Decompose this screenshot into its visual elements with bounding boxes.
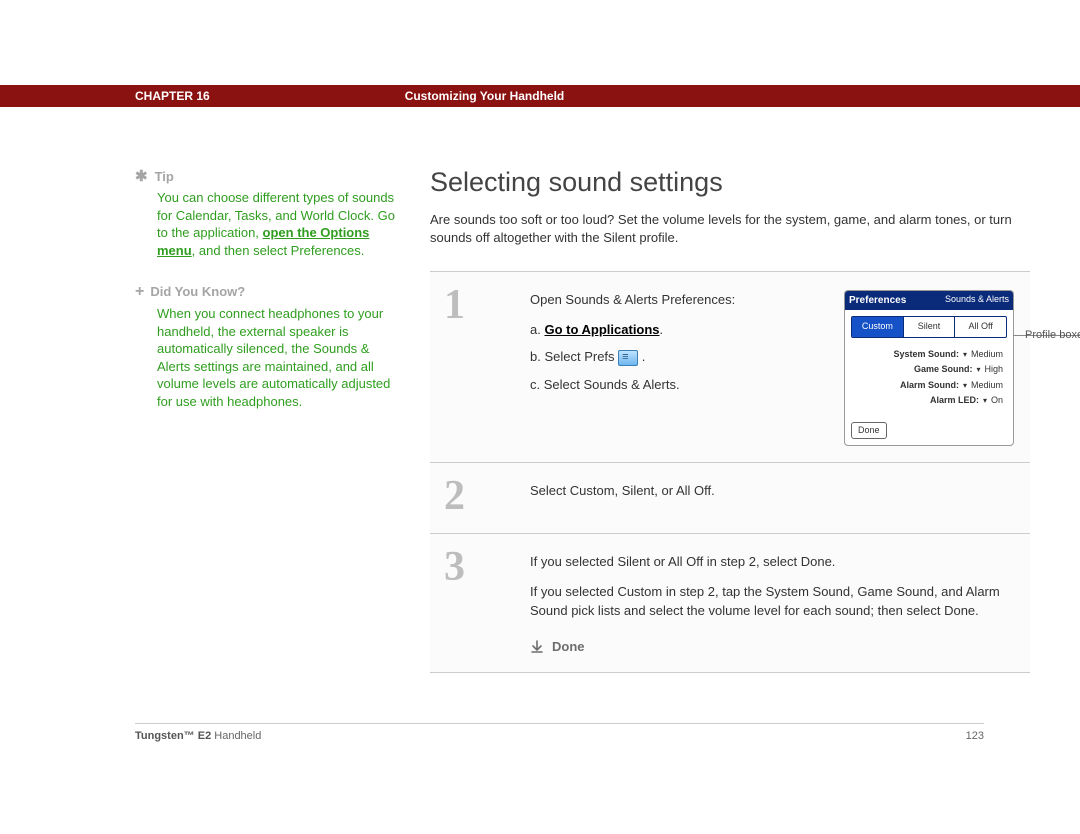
did-you-know-block: + Did You Know? When you connect headphon… — [135, 281, 400, 410]
page-title: Selecting sound settings — [430, 167, 1030, 198]
prefs-app-icon — [618, 350, 638, 366]
tab-silent[interactable]: Silent — [904, 317, 956, 337]
go-to-applications-link[interactable]: Go to Applications — [544, 322, 659, 337]
step1-c: c. Select Sounds & Alerts. — [530, 375, 828, 395]
step-number: 2 — [444, 475, 516, 517]
tip-body: You can choose different types of sounds… — [135, 189, 400, 259]
step3-p2: If you selected Custom in step 2, tap th… — [530, 582, 1014, 621]
intro-paragraph: Are sounds too soft or too loud? Set the… — [430, 211, 1030, 247]
dyk-body: When you connect headphones to your hand… — [135, 305, 400, 410]
chevron-down-icon: ▾ — [963, 380, 967, 392]
asterisk-icon: ✱ — [135, 168, 148, 185]
step-2: 2 Select Custom, Silent, or All Off. — [430, 463, 1030, 534]
dev-title-right: Sounds & Alerts — [945, 293, 1009, 308]
callout-profile-boxes: Profile boxes — [1025, 327, 1080, 344]
section-title: Customizing Your Handheld — [405, 89, 565, 103]
step-number: 1 — [444, 284, 516, 326]
plus-icon: + — [135, 283, 144, 300]
step1-a: a. Go to Applications. — [530, 320, 828, 340]
done-label: Done — [552, 637, 585, 657]
done-indicator: Done — [530, 637, 1014, 657]
chevron-down-icon: ▾ — [983, 395, 987, 407]
tab-all-off[interactable]: All Off — [955, 317, 1006, 337]
steps-list: 1 Open Sounds & Alerts Preferences: a. G… — [430, 271, 1030, 673]
tip-block: ✱ Tip You can choose different types of s… — [135, 167, 400, 259]
dev-title-left: Preferences — [849, 293, 906, 308]
step1-intro: Open Sounds & Alerts Preferences: — [530, 290, 828, 310]
step2-text: Select Custom, Silent, or All Off. — [530, 475, 1014, 517]
device-done-button[interactable]: Done — [851, 422, 887, 440]
arrow-down-icon — [530, 640, 544, 654]
preferences-screenshot: Preferences Sounds & Alerts Custom Silen… — [844, 290, 1014, 446]
chevron-down-icon: ▾ — [963, 349, 967, 361]
step-1: 1 Open Sounds & Alerts Preferences: a. G… — [430, 272, 1030, 463]
page-footer: Tungsten™ E2 Handheld 123 — [135, 723, 984, 772]
tip-heading: Tip — [155, 169, 174, 184]
tab-custom[interactable]: Custom — [852, 317, 904, 337]
sidebar: ✱ Tip You can choose different types of s… — [0, 167, 430, 673]
step-number: 3 — [444, 546, 516, 588]
chevron-down-icon: ▾ — [976, 364, 980, 376]
chapter-header-bar: CHAPTER 16 Customizing Your Handheld — [0, 85, 1080, 107]
step-3: 3 If you selected Silent or All Off in s… — [430, 534, 1030, 673]
step3-p1: If you selected Silent or All Off in ste… — [530, 552, 1014, 572]
footer-product: Tungsten™ E2 Handheld — [135, 730, 261, 742]
step1-b: b. Select Prefs . — [530, 347, 828, 367]
dyk-heading: Did You Know? — [150, 284, 245, 299]
chapter-label: CHAPTER 16 — [135, 89, 210, 103]
main-content: Selecting sound settings Are sounds too … — [430, 167, 1080, 673]
profile-tabs: Custom Silent All Off — [851, 316, 1007, 338]
footer-page-number: 123 — [966, 730, 984, 742]
